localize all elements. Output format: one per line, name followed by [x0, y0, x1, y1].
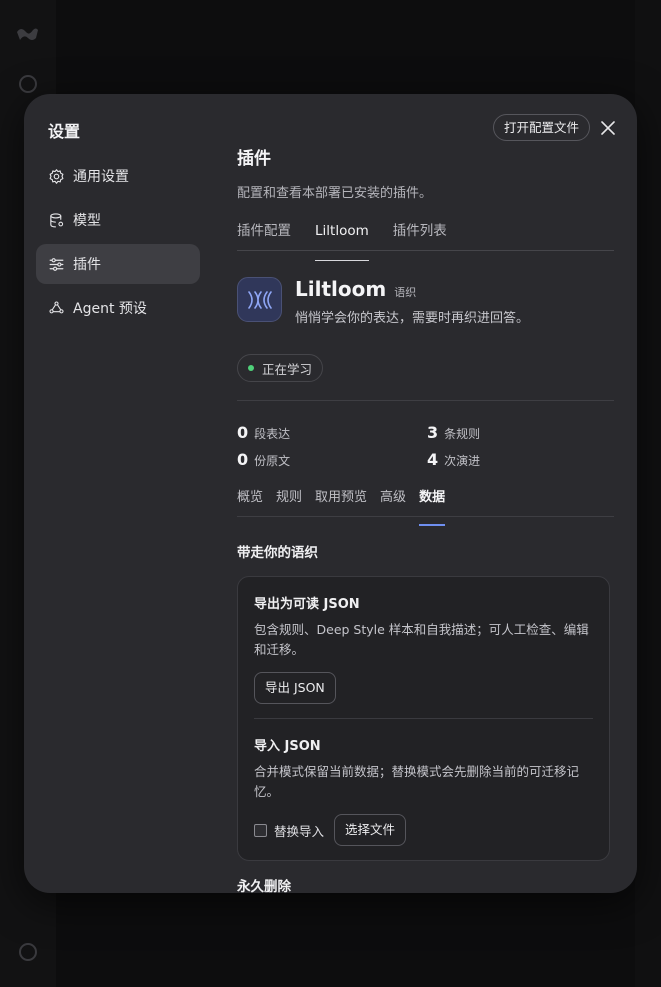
sidebar-item-plugins[interactable]: 插件	[36, 244, 200, 284]
portability-card: 导出为可读 JSON 包含规则、Deep Style 样本和自我描述；可人工检查…	[237, 576, 610, 861]
plugin-settings-content: 插件 配置和查看本部署已安装的插件。 插件配置 Liltloom 插件列表 Li…	[237, 144, 614, 893]
section-description: 配置和查看本部署已安装的插件。	[237, 186, 433, 201]
stat-evolutions: 4 次演进	[427, 450, 614, 469]
background-right-edge	[635, 0, 661, 987]
settings-modal: 设置 打开配置文件 通用设置 模型 插件 Agent 预设 插件 配置和查看本部…	[24, 94, 637, 893]
plugin-name-row: Liltloom 语织	[295, 277, 529, 301]
tab-plugin-list[interactable]: 插件列表	[393, 221, 447, 250]
stat-value: 0	[237, 423, 249, 442]
stat-expressions: 0 段表达	[237, 423, 427, 442]
plugin-meta: Liltloom 语织 悄悄学会你的表达，需要时再织进回答。	[295, 277, 529, 326]
plugin-stats: 0 段表达 3 条规则 0 份原文 4 次演进	[237, 423, 614, 469]
stat-value: 0	[237, 450, 249, 469]
section-title: 插件	[237, 149, 271, 169]
status-text: 正在学习	[262, 361, 313, 377]
stat-label: 段表达	[254, 427, 291, 441]
plugin-tag: 语织	[394, 286, 417, 299]
sidebar-item-label: 通用设置	[73, 169, 129, 185]
settings-sidebar: 通用设置 模型 插件 Agent 预设	[36, 156, 200, 332]
stat-value: 4	[427, 450, 439, 469]
sidebar-item-general[interactable]: 通用设置	[36, 156, 200, 196]
background-nav-icon	[19, 943, 37, 961]
gear-icon	[49, 168, 64, 184]
stat-label: 份原文	[254, 454, 291, 468]
replace-import-checkbox[interactable]	[254, 823, 267, 837]
stat-label: 条规则	[444, 427, 481, 441]
agent-icon	[49, 300, 64, 313]
import-description: 合并模式保留当前数据；替换模式会先删除当前的可迁移记忆。	[254, 764, 580, 799]
subtab-overview[interactable]: 概览	[237, 489, 263, 516]
stat-value: 3	[427, 423, 439, 442]
export-button-row: 导出 JSON	[254, 672, 593, 704]
stat-rules: 3 条规则	[427, 423, 614, 442]
export-description: 包含规则、Deep Style 样本和自我描述；可人工检查、编辑和迁移。	[254, 622, 589, 657]
sidebar-item-models[interactable]: 模型	[36, 200, 200, 240]
status-badge: 正在学习	[237, 354, 324, 382]
export-title: 导出为可读 JSON	[254, 597, 360, 612]
subtab-rules[interactable]: 规则	[276, 489, 302, 516]
subtab-retrieval-preview[interactable]: 取用预览	[315, 489, 367, 516]
plugin-name: Liltloom	[295, 277, 387, 301]
plugin-tagline: 悄悄学会你的表达，需要时再织进回答。	[295, 311, 530, 326]
stat-label: 次演进	[444, 454, 481, 468]
sidebar-item-agent-presets[interactable]: Agent 预设	[36, 288, 200, 328]
sidebar-item-label: 插件	[73, 257, 101, 273]
import-title: 导入 JSON	[254, 739, 321, 754]
tab-liltloom[interactable]: Liltloom	[315, 221, 369, 261]
close-icon[interactable]	[598, 118, 618, 138]
modal-title: 设置	[48, 122, 81, 141]
weave-icon	[247, 290, 272, 309]
card-divider	[254, 718, 593, 719]
permanent-delete-title: 永久删除	[237, 879, 291, 893]
divider	[237, 400, 614, 401]
choose-file-button[interactable]: 选择文件	[334, 814, 407, 846]
database-icon	[50, 212, 64, 227]
plugin-tabs: 插件配置 Liltloom 插件列表	[237, 221, 614, 261]
plugin-subtabs: 概览 规则 取用预览 高级 数据	[237, 489, 614, 526]
replace-import-label[interactable]: 替换导入	[274, 821, 324, 840]
background-nav-icon	[19, 75, 37, 93]
stat-sources: 0 份原文	[237, 450, 427, 469]
status-dot	[248, 365, 254, 371]
export-json-button[interactable]: 导出 JSON	[254, 672, 336, 704]
data-group-title: 带走你的语织	[237, 545, 318, 561]
app-logo-icon	[17, 28, 38, 40]
subtab-advanced[interactable]: 高级	[380, 489, 406, 516]
tab-plugin-config[interactable]: 插件配置	[237, 221, 291, 250]
open-config-file-button[interactable]: 打开配置文件	[493, 114, 591, 141]
sidebar-item-label: 模型	[73, 213, 101, 229]
plugin-header: Liltloom 语织 悄悄学会你的表达，需要时再织进回答。	[237, 277, 614, 326]
sliders-icon	[49, 257, 64, 271]
subtab-data[interactable]: 数据	[419, 489, 446, 526]
plugin-logo	[237, 277, 282, 322]
sidebar-item-label: Agent 预设	[73, 301, 147, 317]
import-controls: 替换导入 选择文件	[254, 814, 593, 846]
